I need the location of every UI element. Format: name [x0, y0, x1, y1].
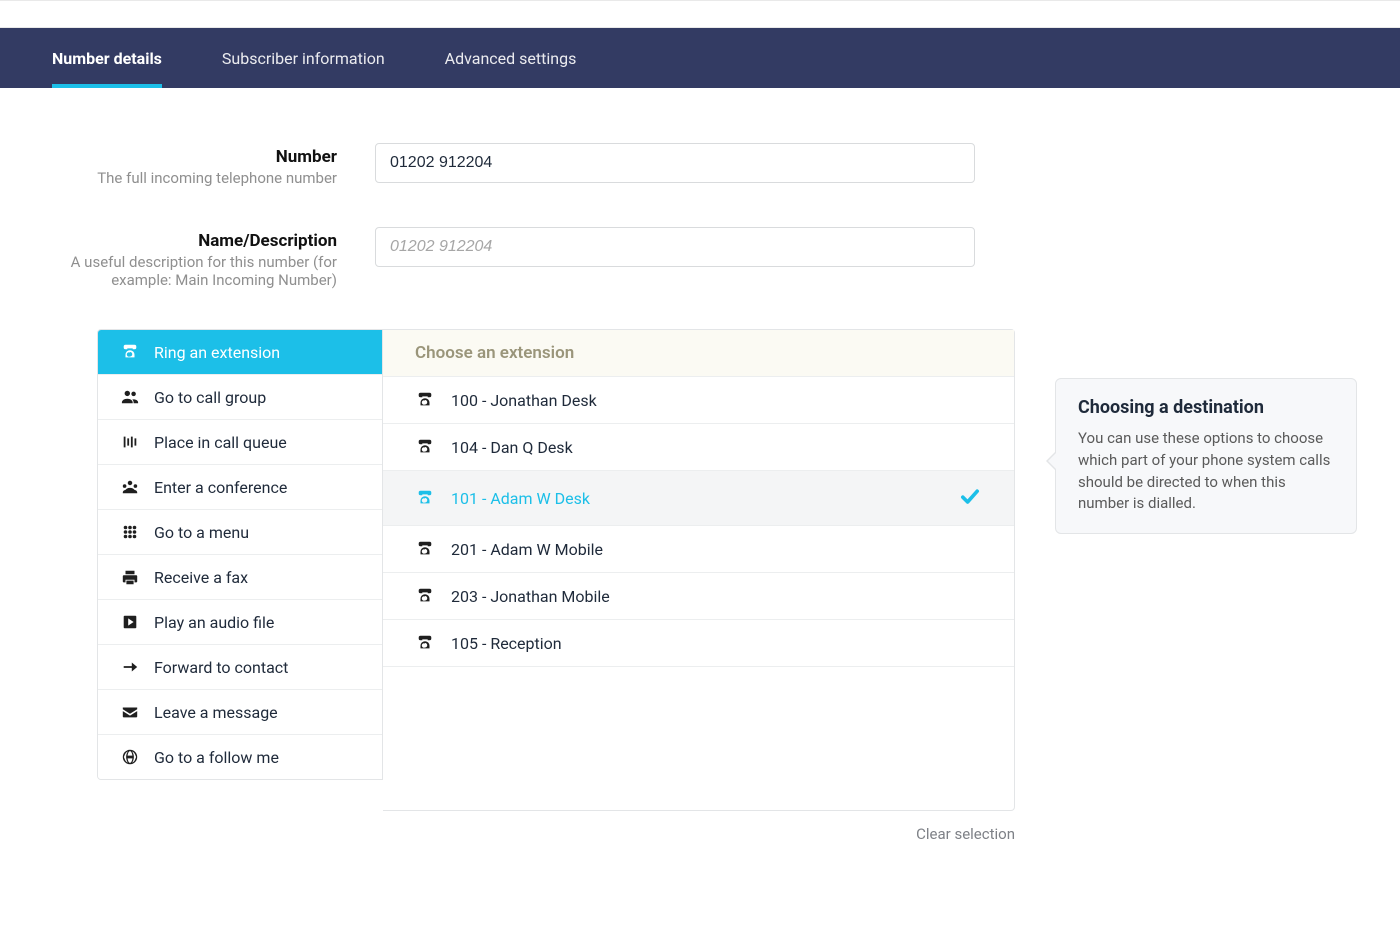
field-name: Name/Description A useful description fo… [45, 227, 1355, 289]
tab-subscriber-information[interactable]: Subscriber information [222, 28, 385, 88]
phone-icon [415, 633, 435, 653]
fax-icon [120, 567, 140, 587]
destination-conference[interactable]: Enter a conference [98, 465, 382, 510]
extension-label: 101 - Adam W Desk [451, 489, 590, 508]
play-icon [120, 612, 140, 632]
phone-icon [120, 342, 140, 362]
extension-label: 105 - Reception [451, 634, 562, 653]
destination-label: Go to call group [154, 388, 266, 407]
extension-label: 201 - Adam W Mobile [451, 540, 603, 559]
name-help: A useful description for this number (fo… [45, 253, 337, 289]
tooltip-body: You can use these options to choose whic… [1078, 428, 1334, 515]
destination-envelope[interactable]: Leave a message [98, 690, 382, 735]
destination-fax[interactable]: Receive a fax [98, 555, 382, 600]
phone-icon [415, 539, 435, 559]
help-tooltip: Choosing a destination You can use these… [1055, 378, 1357, 534]
destination-queue[interactable]: Place in call queue [98, 420, 382, 465]
globe-icon [120, 747, 140, 767]
name-label: Name/Description [45, 231, 337, 251]
tab-number-details[interactable]: Number details [52, 28, 162, 88]
destination-label: Place in call queue [154, 433, 287, 452]
phone-icon [415, 488, 435, 508]
extension-row[interactable]: 203 - Jonathan Mobile [383, 573, 1014, 620]
extension-header: Choose an extension [383, 330, 1014, 377]
extension-row[interactable]: 105 - Reception [383, 620, 1014, 667]
tooltip-title: Choosing a destination [1078, 397, 1334, 418]
destination-label: Play an audio file [154, 613, 274, 632]
phone-icon [415, 390, 435, 410]
check-icon [958, 484, 982, 512]
field-number: Number The full incoming telephone numbe… [45, 143, 1355, 187]
destination-group[interactable]: Go to call group [98, 375, 382, 420]
arrow-right-icon [120, 657, 140, 677]
destination-type-list: Ring an extension Go to call group Place i… [97, 329, 383, 780]
extension-row[interactable]: 104 - Dan Q Desk [383, 424, 1014, 471]
extension-row[interactable]: 201 - Adam W Mobile [383, 526, 1014, 573]
destination-label: Enter a conference [154, 478, 287, 497]
number-label: Number [45, 147, 337, 167]
extension-label: 104 - Dan Q Desk [451, 438, 573, 457]
destination-label: Receive a fax [154, 568, 248, 587]
destination-label: Go to a menu [154, 523, 249, 542]
extension-row[interactable]: 100 - Jonathan Desk [383, 377, 1014, 424]
name-input[interactable] [375, 227, 975, 267]
extension-row[interactable]: 101 - Adam W Desk [383, 471, 1014, 526]
extension-label: 203 - Jonathan Mobile [451, 587, 610, 606]
grid-icon [120, 522, 140, 542]
destination-label: Go to a follow me [154, 748, 279, 767]
phone-icon [415, 437, 435, 457]
destination-phone[interactable]: Ring an extension [98, 330, 382, 375]
conference-icon [120, 477, 140, 497]
destination-grid[interactable]: Go to a menu [98, 510, 382, 555]
extension-label: 100 - Jonathan Desk [451, 391, 597, 410]
destination-label: Leave a message [154, 703, 278, 722]
envelope-icon [120, 702, 140, 722]
clear-selection-link[interactable]: Clear selection [916, 825, 1015, 843]
group-icon [120, 387, 140, 407]
destination-globe[interactable]: Go to a follow me [98, 735, 382, 779]
tab-advanced-settings[interactable]: Advanced settings [445, 28, 577, 88]
top-spacer [0, 0, 1400, 28]
destination-arrow-right[interactable]: Forward to contact [98, 645, 382, 690]
phone-icon [415, 586, 435, 606]
number-help: The full incoming telephone number [45, 169, 337, 187]
queue-icon [120, 432, 140, 452]
destination-play[interactable]: Play an audio file [98, 600, 382, 645]
number-input[interactable] [375, 143, 975, 183]
extension-panel: Choose an extension 100 - Jonathan Desk 1… [383, 329, 1015, 811]
destination-label: Forward to contact [154, 658, 288, 677]
tab-nav: Number details Subscriber information Adva… [0, 28, 1400, 88]
destination-label: Ring an extension [154, 343, 280, 362]
